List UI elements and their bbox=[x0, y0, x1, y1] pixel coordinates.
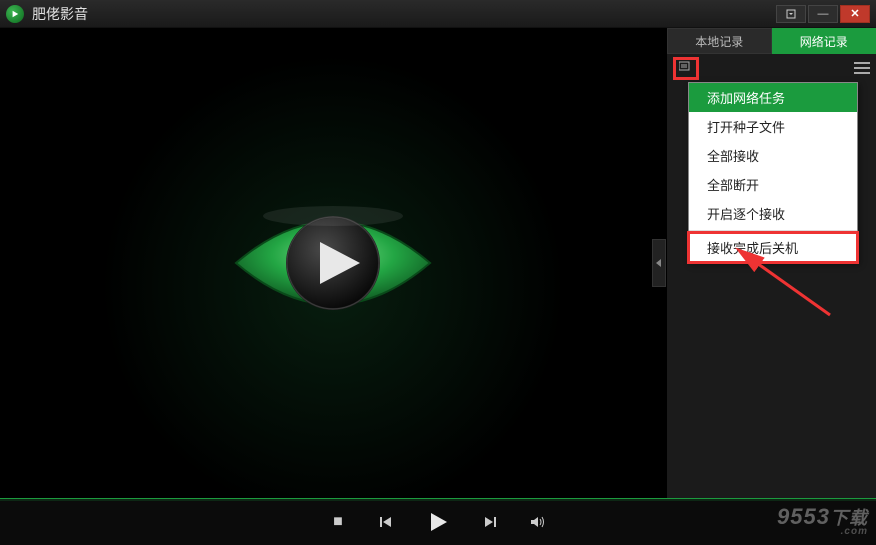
context-menu: 添加网络任务 打开种子文件 全部接收 全部断开 开启逐个接收 接收完成后关机 bbox=[688, 82, 858, 263]
highlight-box-icon bbox=[673, 57, 699, 80]
tab-network-records[interactable]: 网络记录 bbox=[772, 28, 876, 54]
play-button[interactable] bbox=[424, 508, 452, 536]
menu-receive-all[interactable]: 全部接收 bbox=[689, 141, 857, 170]
titlebar: 肥佬影音 — ✕ bbox=[0, 0, 876, 28]
player-logo-icon bbox=[228, 198, 438, 328]
menu-separator bbox=[689, 230, 857, 231]
sidebar-collapse-handle[interactable] bbox=[652, 239, 666, 287]
volume-button[interactable] bbox=[528, 512, 548, 532]
close-button[interactable]: ✕ bbox=[840, 5, 870, 23]
video-area[interactable] bbox=[0, 28, 666, 498]
hamburger-menu-icon[interactable] bbox=[854, 62, 870, 74]
minimize-button[interactable]: — bbox=[808, 5, 838, 23]
menu-open-torrent[interactable]: 打开种子文件 bbox=[689, 112, 857, 141]
tab-local-records[interactable]: 本地记录 bbox=[667, 28, 772, 54]
previous-button[interactable] bbox=[376, 512, 396, 532]
menu-disconnect-all[interactable]: 全部断开 bbox=[689, 170, 857, 199]
titlebar-dropdown-button[interactable] bbox=[776, 5, 806, 23]
app-logo-icon bbox=[6, 5, 24, 23]
stop-button[interactable]: ■ bbox=[328, 512, 348, 532]
watermark-suffix: 下载 bbox=[830, 508, 868, 528]
menu-shutdown-after-receive[interactable]: 接收完成后关机 bbox=[689, 233, 857, 262]
progress-bar[interactable] bbox=[0, 499, 876, 501]
sidebar-tabs: 本地记录 网络记录 bbox=[667, 28, 876, 54]
menu-add-network-task[interactable]: 添加网络任务 bbox=[689, 83, 857, 112]
playback-controls: ■ bbox=[0, 498, 876, 545]
sidebar-toolbar bbox=[667, 54, 876, 82]
task-list-icon[interactable] bbox=[679, 61, 693, 76]
menu-sequential-receive[interactable]: 开启逐个接收 bbox=[689, 199, 857, 228]
app-title: 肥佬影音 bbox=[32, 4, 88, 24]
next-button[interactable] bbox=[480, 512, 500, 532]
watermark: 9553下载 .com bbox=[777, 504, 868, 537]
watermark-text: 9553 bbox=[777, 504, 830, 529]
watermark-dotcom: .com bbox=[841, 526, 868, 537]
